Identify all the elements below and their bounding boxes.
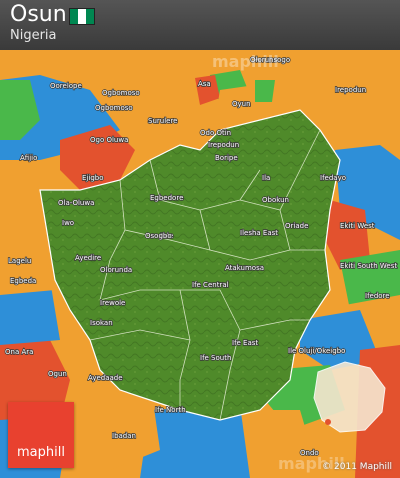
label-iwo: Iwo bbox=[62, 219, 74, 227]
label-ile-oluji: Ile Oluji/Okeigbo bbox=[288, 347, 345, 355]
nigeria-flag-icon bbox=[69, 8, 95, 25]
label-oriade: Oriade bbox=[285, 222, 308, 230]
label-atakumosa: Atakumosa bbox=[225, 264, 264, 272]
label-ife-east: Ife East bbox=[232, 339, 258, 347]
map-frame: Osun Nigeria maphill Oorelope Olorunsogo… bbox=[0, 0, 400, 478]
label-ogun: Ogun bbox=[48, 370, 67, 378]
country-subtitle: Nigeria bbox=[10, 28, 57, 43]
label-ayedire: Ayedire bbox=[75, 254, 101, 262]
label-egbeda: Egbeda bbox=[10, 277, 36, 285]
label-irewole: Irewole bbox=[100, 299, 125, 307]
label-boripe: Boripe bbox=[215, 154, 238, 162]
label-odo-otin: Odo Otin bbox=[200, 129, 231, 137]
label-ilesha-east: Ilesha East bbox=[240, 229, 278, 237]
label-ibadan: Ibadan bbox=[112, 432, 136, 440]
label-osogbo: Osogbo bbox=[145, 232, 172, 240]
maphill-logo[interactable]: maphill bbox=[8, 402, 74, 468]
label-ifedayo: Ifedayo bbox=[320, 174, 346, 182]
region-title: Osun bbox=[10, 2, 67, 27]
maphill-logo-text: maphill bbox=[17, 445, 65, 460]
neighbor-area-north-green-right bbox=[255, 80, 275, 102]
map-header: Osun Nigeria bbox=[0, 0, 400, 50]
osun-location-marker bbox=[325, 419, 331, 425]
label-egbedore: Egbedore bbox=[150, 194, 183, 202]
label-asa: Asa bbox=[198, 80, 211, 88]
label-irepodun-south: Irepodun bbox=[208, 141, 239, 149]
label-ekiti-south-west: Ekiti South West bbox=[340, 262, 397, 270]
label-ola-oluwa: Ola-Oluwa bbox=[58, 199, 94, 207]
label-irepodun-north: Irepodun bbox=[335, 86, 366, 94]
watermark-top: maphill bbox=[212, 52, 279, 71]
label-ekiti-west: Ekiti West bbox=[340, 222, 375, 230]
label-ife-north: Ife North bbox=[155, 406, 186, 414]
label-ona-ara: Ona Ara bbox=[5, 348, 33, 356]
label-ejigbo: Ejigbo bbox=[82, 174, 103, 182]
label-isokan: Isokan bbox=[90, 319, 113, 327]
label-ogo-oluwa: Ogo Oluwa bbox=[90, 136, 128, 144]
label-olorunda: Olorunda bbox=[100, 266, 132, 274]
label-ife-central: Ife Central bbox=[192, 281, 229, 289]
label-oorelope: Oorelope bbox=[50, 82, 82, 90]
flag-stripe-left bbox=[70, 9, 78, 24]
label-oyun: Oyun bbox=[232, 100, 251, 108]
label-ogbomoso-2: Ogbomoso bbox=[95, 104, 133, 112]
label-ife-south: Ife South bbox=[200, 354, 231, 362]
label-ayedaade: Ayedaade bbox=[88, 374, 123, 382]
flag-stripe-middle bbox=[78, 9, 86, 24]
flag-stripe-right bbox=[86, 9, 94, 24]
label-ifedore: Ifedore bbox=[365, 292, 390, 300]
label-surulere: Surulere bbox=[148, 117, 177, 125]
copyright-notice: © 2011 Maphill bbox=[322, 462, 392, 472]
label-ogbomoso: Ogbomoso bbox=[102, 89, 140, 97]
label-ila: Ila bbox=[262, 174, 270, 182]
label-afijio: Afijio bbox=[20, 154, 37, 162]
label-obokun: Obokun bbox=[262, 196, 289, 204]
label-lagelu: Lagelu bbox=[8, 257, 31, 265]
